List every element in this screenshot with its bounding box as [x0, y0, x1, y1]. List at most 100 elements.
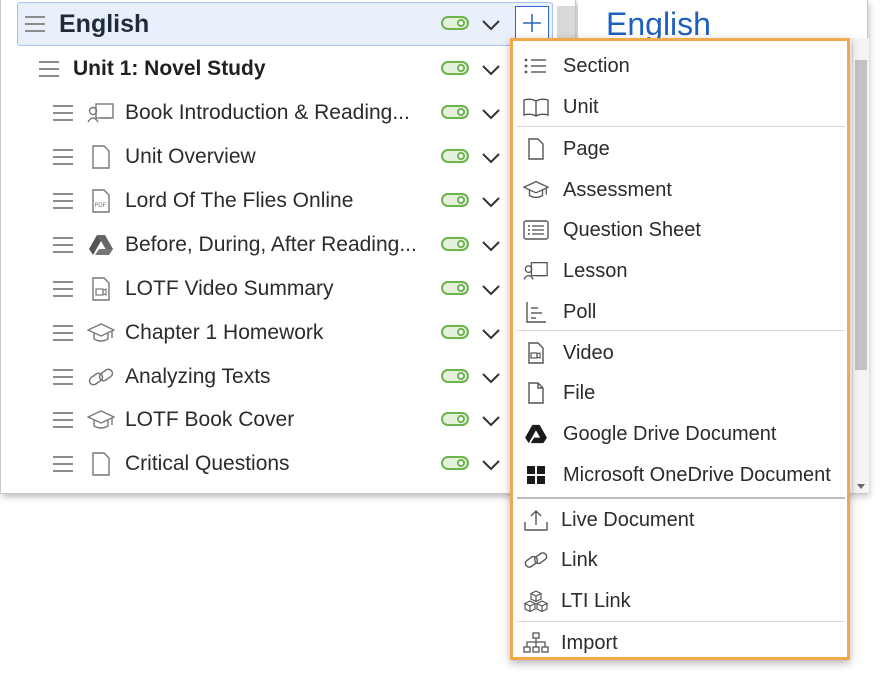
drag-handle-icon[interactable]: [53, 237, 73, 253]
drag-handle-icon[interactable]: [53, 456, 73, 472]
drag-handle-icon[interactable]: [53, 369, 73, 385]
tree-item-label: Analyzing Texts: [125, 365, 271, 388]
upload-icon: [523, 508, 549, 532]
menu-item-label: File: [563, 381, 596, 404]
tree-item[interactable]: Before, During, After Reading...: [53, 223, 417, 267]
assessment-icon: [87, 320, 115, 346]
menu-item-lti-link[interactable]: LTI Link: [513, 581, 847, 621]
tree-item[interactable]: Critical Questions: [53, 442, 290, 486]
tree-item-label: Chapter 1 Homework: [125, 321, 324, 344]
tree-item[interactable]: Chapter 1 Homework: [53, 311, 323, 355]
menu-item-assessment[interactable]: Assessment: [513, 170, 847, 210]
menu-item-microsoft-onedrive-document[interactable]: Microsoft OneDrive Document: [513, 455, 847, 495]
chevron-down-icon[interactable]: [481, 151, 501, 165]
drag-handle-icon[interactable]: [53, 325, 73, 341]
tree-item-label: Lord Of The Flies Online: [125, 189, 354, 212]
visibility-toggle[interactable]: [441, 456, 469, 470]
drag-handle-icon[interactable]: [53, 281, 73, 297]
add-content-button[interactable]: [515, 6, 549, 40]
windows-icon: [523, 463, 549, 487]
drag-handle-icon[interactable]: [25, 16, 45, 32]
chevron-down-icon[interactable]: [481, 327, 501, 341]
link-icon: [523, 548, 549, 572]
google-drive-icon: [87, 232, 115, 258]
tree-item[interactable]: Book Introduction & Reading...: [53, 91, 410, 135]
svg-text:PDF: PDF: [95, 202, 107, 209]
visibility-toggle[interactable]: [441, 105, 469, 119]
menu-item-label: Lesson: [563, 259, 628, 282]
menu-item-poll[interactable]: Poll: [513, 292, 847, 332]
menu-divider: [517, 330, 845, 331]
menu-item-link[interactable]: Link: [513, 540, 847, 580]
drag-handle-icon[interactable]: [53, 412, 73, 428]
menu-item-label: Poll: [563, 300, 597, 323]
course-title: English: [59, 9, 150, 38]
course-row-content[interactable]: English: [25, 2, 149, 46]
visibility-toggle[interactable]: [441, 61, 469, 75]
visibility-toggle[interactable]: [441, 16, 469, 30]
menu-item-lesson[interactable]: Lesson: [513, 251, 847, 291]
visibility-toggle[interactable]: [441, 149, 469, 163]
visibility-toggle[interactable]: [441, 281, 469, 295]
menu-item-label: Page: [563, 137, 610, 160]
visibility-toggle[interactable]: [441, 325, 469, 339]
chevron-down-icon[interactable]: [481, 195, 501, 209]
assessment-icon: [87, 407, 115, 433]
drag-handle-icon[interactable]: [39, 61, 59, 77]
tree-item-label: LOTF Book Cover: [125, 408, 295, 431]
chevron-down-icon[interactable]: [481, 414, 501, 428]
lesson-icon: [523, 259, 549, 283]
cubes-icon: [523, 589, 549, 613]
menu-divider: [517, 126, 845, 127]
menu-item-label: Live Document: [561, 508, 695, 531]
tree-item[interactable]: Analyzing Texts: [53, 355, 271, 399]
file-icon: [523, 381, 549, 405]
tree-item-label: Unit Overview: [125, 145, 256, 168]
page-icon: [87, 144, 115, 170]
preview-scrollbar[interactable]: [852, 38, 869, 493]
menu-item-google-drive-document[interactable]: Google Drive Document: [513, 414, 847, 454]
graduation-cap-icon: [523, 178, 549, 202]
menu-item-section[interactable]: Section: [513, 46, 847, 86]
video-icon: [87, 276, 115, 302]
tree-item[interactable]: PDF Lord Of The Flies Online: [53, 179, 353, 223]
chevron-down-icon[interactable]: [481, 239, 501, 253]
chevron-down-icon[interactable]: [481, 63, 501, 77]
chevron-down-icon[interactable]: [481, 458, 501, 472]
menu-item-unit[interactable]: Unit: [513, 87, 847, 127]
chevron-down-icon[interactable]: [481, 18, 501, 32]
menu-item-import[interactable]: Import: [513, 623, 847, 657]
drag-handle-icon[interactable]: [53, 105, 73, 121]
tree-item[interactable]: LOTF Video Summary: [53, 267, 334, 311]
menu-item-file[interactable]: File: [513, 373, 847, 413]
tree-item-label: Critical Questions: [125, 452, 290, 475]
tree-item[interactable]: LOTF Book Cover: [53, 398, 294, 442]
menu-item-video[interactable]: Video: [513, 333, 847, 373]
menu-item-label: Section: [563, 54, 630, 77]
pdf-icon: PDF: [87, 188, 115, 214]
menu-item-question-sheet[interactable]: Question Sheet: [513, 210, 847, 250]
drag-handle-icon[interactable]: [53, 193, 73, 209]
visibility-toggle[interactable]: [441, 237, 469, 251]
menu-item-label: Unit: [563, 95, 599, 118]
unit-title: Unit 1: Novel Study: [73, 57, 266, 80]
chevron-down-icon[interactable]: [481, 283, 501, 297]
menu-item-label: LTI Link: [561, 589, 631, 612]
menu-item-page[interactable]: Page: [513, 129, 847, 169]
chevron-down-icon[interactable]: [481, 107, 501, 121]
menu-item-live-document[interactable]: Live Document: [513, 500, 847, 540]
section-icon: [523, 54, 549, 78]
google-drive-icon: [523, 422, 549, 446]
unit-row[interactable]: Unit 1: Novel Study: [39, 47, 266, 91]
visibility-toggle[interactable]: [441, 369, 469, 383]
hierarchy-icon: [523, 631, 549, 655]
scroll-down-arrow-icon[interactable]: [857, 484, 865, 489]
visibility-toggle[interactable]: [441, 412, 469, 426]
scrollbar-thumb[interactable]: [855, 60, 867, 370]
drag-handle-icon[interactable]: [53, 149, 73, 165]
visibility-toggle[interactable]: [441, 193, 469, 207]
tree-item-label: Before, During, After Reading...: [125, 233, 417, 256]
chevron-down-icon[interactable]: [481, 371, 501, 385]
tree-item[interactable]: Unit Overview: [53, 135, 256, 179]
page-icon: [523, 137, 549, 161]
